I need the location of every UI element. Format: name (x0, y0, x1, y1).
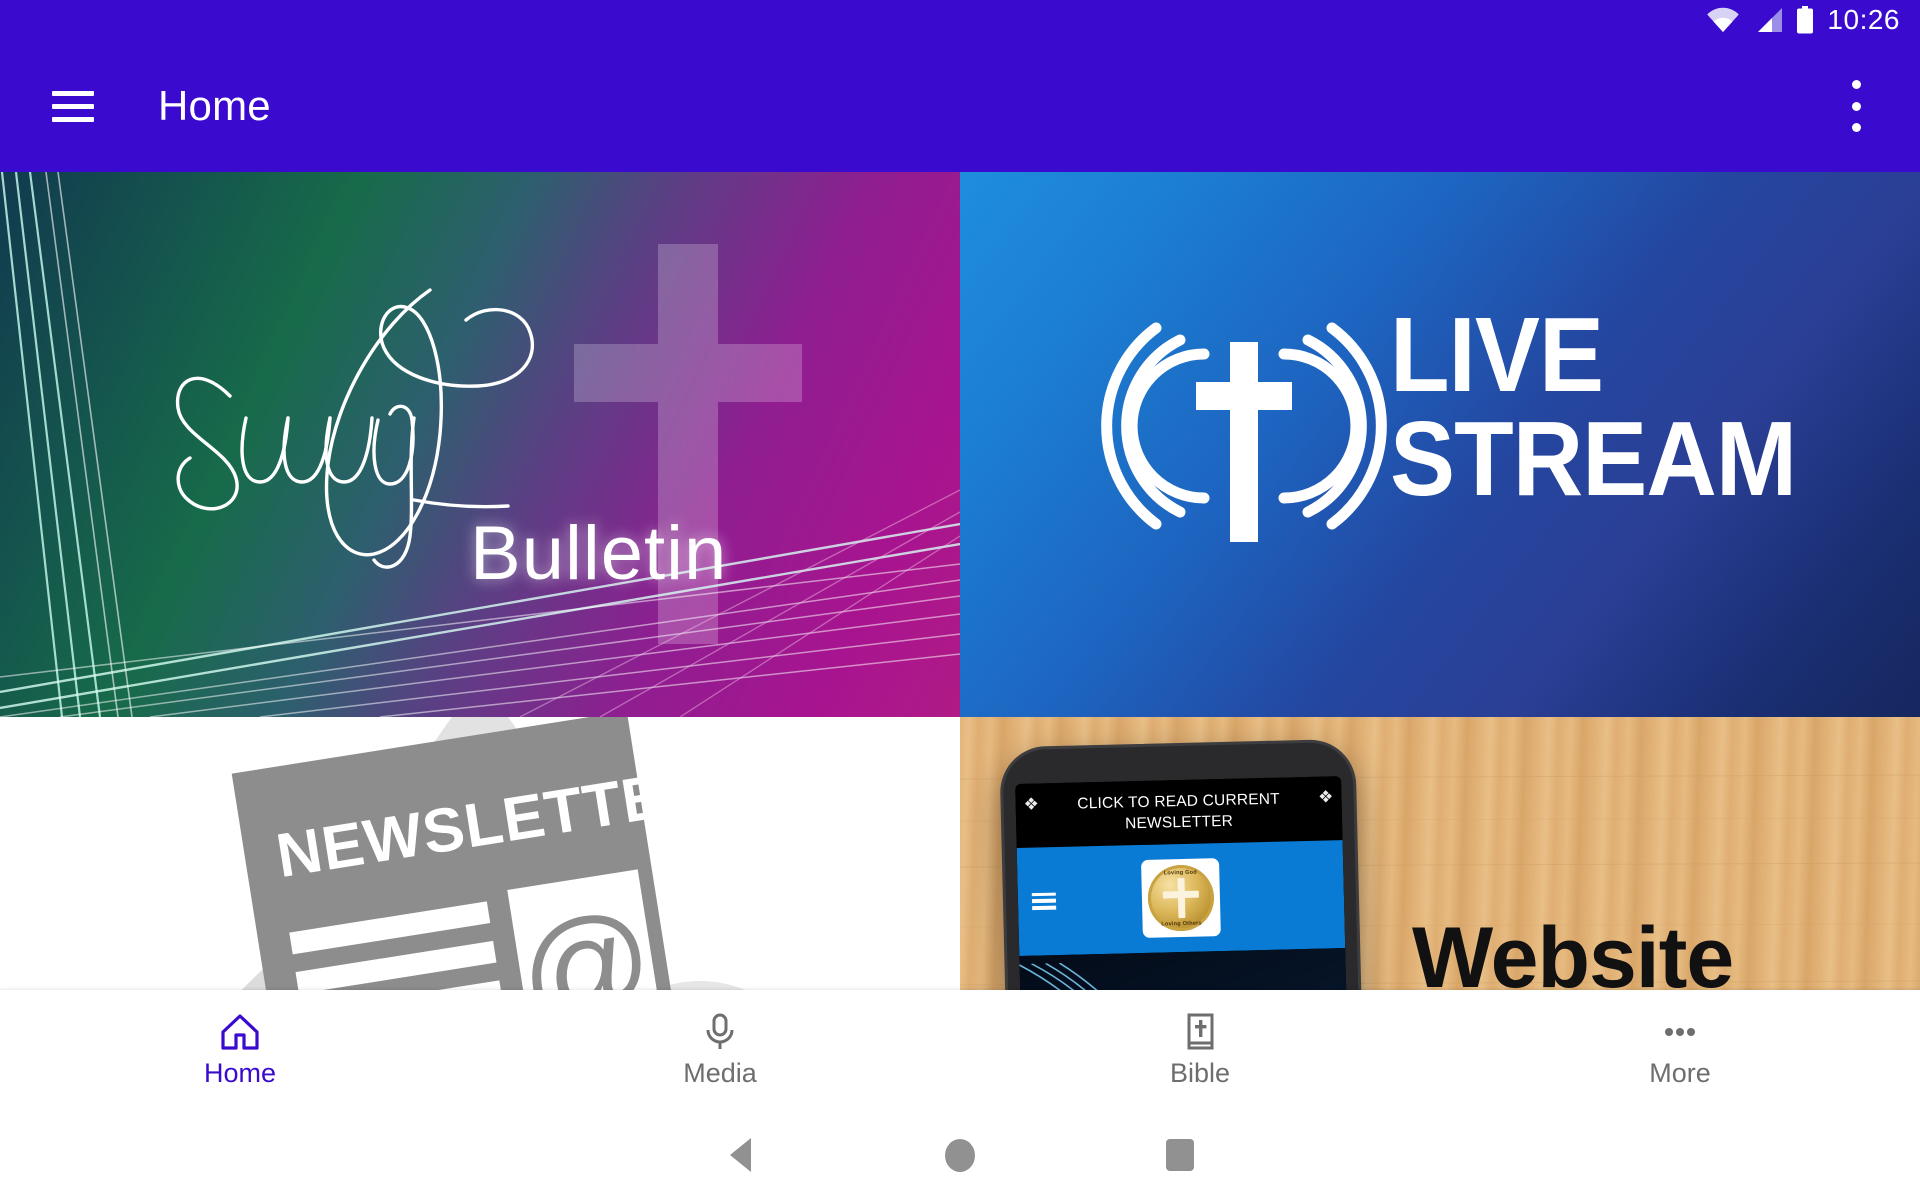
system-recents-button[interactable] (1070, 1139, 1290, 1171)
tile-sunday-bulletin[interactable]: Bulletin (0, 172, 960, 717)
gold-coin-cross-icon: Loving God Loving Others (1147, 863, 1215, 932)
leaf-ornament-right-icon: ❖ (1317, 787, 1334, 807)
church-logo: Loving God Loving Others (1140, 857, 1221, 938)
android-system-nav (0, 1110, 1920, 1200)
hamburger-menu-icon[interactable] (52, 90, 94, 122)
system-back-button[interactable] (630, 1138, 850, 1172)
phone-header-text: ❖ ❖ CLICK TO READ CURRENT NEWSLETTER (1015, 776, 1343, 848)
bottom-navigation-bar: Home Media Bible More (0, 990, 1920, 1110)
overflow-menu-icon[interactable] (1836, 80, 1876, 132)
phone-mockup: ❖ ❖ CLICK TO READ CURRENT NEWSLETTER Lov… (999, 738, 1369, 990)
newsletter-illustration: NEWSLETTER @ (231, 717, 746, 990)
app-root: 10:26 Home Bulletin LIVE STREAM NEWSLETT… (0, 0, 1920, 1200)
system-home-button[interactable] (850, 1138, 1070, 1172)
phone-hero-banner: Antioch Baptist Church Loving God, Lovin… (1019, 947, 1350, 990)
more-dots-icon (1665, 1028, 1695, 1036)
phone-header-label: CLICK TO READ CURRENT NEWSLETTER (1077, 790, 1281, 833)
phone-screen: ❖ ❖ CLICK TO READ CURRENT NEWSLETTER Lov… (1015, 776, 1354, 990)
status-bar-clock: 10:26 (1827, 4, 1900, 35)
live-stream-line-2: STREAM (1390, 399, 1797, 518)
recents-square-icon (1166, 1139, 1194, 1171)
svg-text:@: @ (509, 883, 662, 990)
phone-hamburger-icon (1031, 892, 1057, 910)
light-rays-decoration (1019, 961, 1191, 990)
light-streaks-decoration (0, 172, 960, 717)
battery-icon (1797, 6, 1814, 34)
back-triangle-icon (729, 1138, 751, 1172)
nav-label-bible: Bible (1169, 1058, 1231, 1088)
page-title: Home (158, 82, 271, 129)
app-bar: Home (0, 40, 1920, 172)
nav-label-more: More (1649, 1058, 1711, 1088)
tile-row-2: NEWSLETTER @ ❖ ❖ CLICK TO READ CURRENT N… (0, 717, 1920, 990)
nav-item-bible[interactable]: Bible (960, 990, 1440, 1110)
website-label: Website (1412, 910, 1734, 990)
nav-label-home: Home (203, 1058, 277, 1088)
cross-broadcast-icon (1101, 322, 1387, 542)
home-icon (221, 1014, 259, 1050)
logo-top-text: Loving God (1163, 869, 1197, 876)
nav-item-home[interactable]: Home (0, 990, 480, 1110)
bulletin-label: Bulletin (470, 511, 728, 596)
tile-website[interactable]: ❖ ❖ CLICK TO READ CURRENT NEWSLETTER Lov… (960, 717, 1920, 990)
cellular-signal-icon (1758, 8, 1783, 32)
bible-book-icon (1187, 1013, 1214, 1050)
tile-live-stream[interactable]: LIVE STREAM (960, 172, 1920, 717)
status-bar: 10:26 (0, 0, 1920, 40)
wifi-icon (1707, 7, 1740, 32)
logo-bottom-text: Loving Others (1161, 920, 1202, 928)
leaf-ornament-left-icon: ❖ (1023, 794, 1040, 814)
home-circle-icon (945, 1138, 975, 1172)
microphone-icon (706, 1013, 734, 1049)
nav-label-media: Media (683, 1058, 757, 1088)
tile-row-1: Bulletin LIVE STREAM (0, 172, 1920, 717)
live-stream-line-1: LIVE (1390, 296, 1604, 414)
nav-item-media[interactable]: Media (480, 990, 960, 1110)
tile-newsletter[interactable]: NEWSLETTER @ (0, 717, 960, 990)
nav-item-more[interactable]: More (1440, 990, 1920, 1110)
phone-blue-banner: Loving God Loving Others (1016, 839, 1346, 956)
tile-grid: Bulletin LIVE STREAM NEWSLETTER @ ❖ ❖ CL… (0, 172, 1920, 990)
live-stream-label: LIVE STREAM (1390, 296, 1797, 518)
